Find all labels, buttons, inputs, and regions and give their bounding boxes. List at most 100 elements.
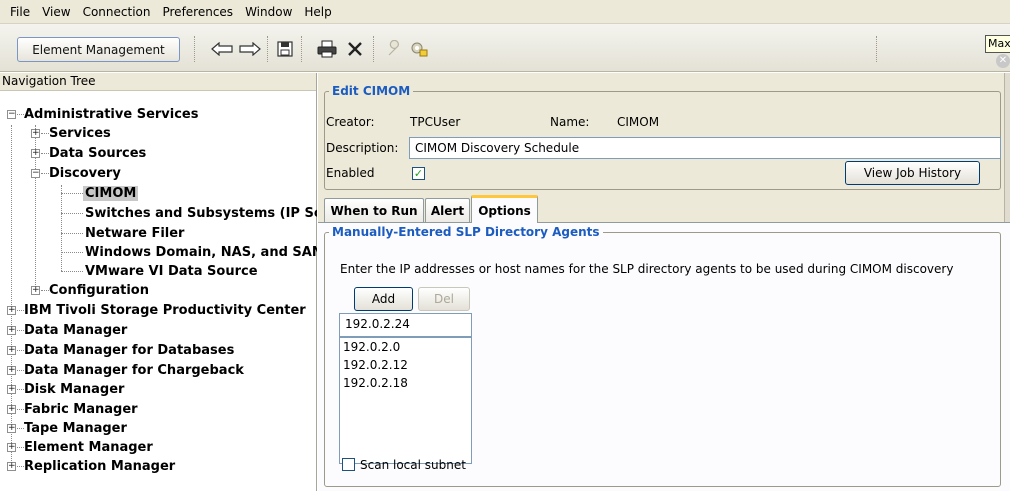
menu-preferences[interactable]: Preferences (158, 5, 241, 19)
navigation-tree-title: Navigation Tree (0, 73, 316, 91)
tree-node-vmware-vi[interactable]: VMware VI Data Source (85, 262, 258, 281)
add-button[interactable]: Add (354, 287, 413, 311)
tab-options[interactable]: Options (471, 195, 538, 223)
collapse-icon[interactable]: − (31, 169, 40, 178)
slp-agents-legend: Manually-Entered SLP Directory Agents (329, 225, 603, 239)
menu-bar: File View Connection Preferences Window … (0, 0, 1010, 24)
scan-subnet-checkbox[interactable] (342, 458, 355, 471)
expand-icon[interactable]: + (7, 462, 16, 471)
tree-guide-line (61, 233, 83, 234)
menu-window[interactable]: Window (241, 5, 300, 19)
description-field[interactable]: CIMOM Discovery Schedule (409, 137, 1001, 159)
expand-icon[interactable]: + (7, 306, 16, 315)
tree-guide-line (17, 466, 24, 467)
agent-input[interactable]: 192.0.2.24 (339, 313, 472, 337)
expand-icon[interactable]: + (31, 286, 40, 295)
expand-icon[interactable]: + (7, 405, 16, 414)
tree-guide-line (17, 447, 24, 448)
tree-node-services[interactable]: Services (49, 124, 111, 143)
expand-icon[interactable]: + (7, 366, 16, 375)
tree-node-disk-manager[interactable]: Disk Manager (24, 380, 124, 399)
tree-guide-line (17, 114, 24, 115)
menu-file[interactable]: File (6, 5, 38, 19)
tree-guide-line (41, 173, 49, 174)
edit-cimom-legend: Edit CIMOM (329, 84, 414, 98)
toolbar: Element Management (0, 24, 1010, 72)
tree-guide-line (17, 350, 24, 351)
menu-help[interactable]: Help (300, 5, 339, 19)
tree-node-netware-filer[interactable]: Netware Filer (85, 224, 184, 243)
expand-icon[interactable]: + (7, 385, 16, 394)
toolbar-separator (194, 36, 196, 62)
tree-node-data-manager-databases[interactable]: Data Manager for Databases (24, 341, 234, 360)
wrench-icon[interactable] (383, 37, 407, 61)
agent-list[interactable]: 192.0.2.0 192.0.2.12 192.0.2.18 (339, 337, 472, 464)
scan-subnet-label: Scan local subnet (360, 458, 466, 472)
tree-node-configuration[interactable]: Configuration (49, 281, 149, 300)
tree-guide-line (61, 252, 83, 253)
tree-node-tape-manager[interactable]: Tape Manager (24, 419, 127, 438)
collapse-icon[interactable]: − (7, 110, 16, 119)
maximize-tooltip: Max (985, 35, 1010, 53)
enabled-label: Enabled (326, 166, 375, 180)
tree-guide-line (17, 330, 24, 331)
element-management-button[interactable]: Element Management (17, 37, 180, 62)
enabled-checkbox[interactable]: ✓ (412, 167, 425, 180)
tab-when-to-run[interactable]: When to Run (324, 198, 424, 222)
name-label: Name: (550, 115, 590, 129)
slp-instructions: Enter the IP addresses or host names for… (340, 262, 954, 276)
tree-node-ibm-tivoli[interactable]: IBM Tivoli Storage Productivity Center (24, 301, 306, 320)
toolbar-separator (876, 36, 878, 62)
tree-node-replication-manager[interactable]: Replication Manager (24, 457, 175, 476)
tree-guide-line (61, 185, 62, 271)
close-circle-icon[interactable]: ✕ (996, 54, 1010, 68)
tree-guide-line (17, 428, 24, 429)
name-value: CIMOM (617, 115, 660, 129)
toolbar-separator (373, 36, 375, 62)
tree-guide-line (11, 125, 12, 471)
tree-node-data-manager-chargeback[interactable]: Data Manager for Chargeback (24, 361, 244, 380)
description-label: Description: (326, 141, 399, 155)
tree-guide-line (41, 133, 49, 134)
tree-guide-line (41, 290, 49, 291)
tree-node-element-manager[interactable]: Element Manager (24, 438, 153, 457)
tree-guide-line (17, 370, 24, 371)
tree-node-data-manager[interactable]: Data Manager (24, 321, 127, 340)
expand-icon[interactable]: + (7, 443, 16, 452)
tree-node-windows-domain[interactable]: Windows Domain, NAS, and SAN F (85, 243, 317, 262)
tree-guide-line (17, 389, 24, 390)
tree-guide-line (61, 193, 83, 194)
delete-x-icon[interactable] (343, 37, 367, 61)
tree-node-fabric-manager[interactable]: Fabric Manager (24, 400, 138, 419)
list-item[interactable]: 192.0.2.18 (340, 374, 471, 392)
print-icon[interactable] (315, 37, 339, 61)
settings-gear-icon[interactable] (407, 37, 431, 61)
tree-guide-line (41, 153, 49, 154)
tree-node-administrative-services[interactable]: Administrative Services (24, 105, 198, 124)
list-item[interactable]: 192.0.2.12 (340, 356, 471, 374)
expand-icon[interactable]: + (31, 149, 40, 158)
tree-guide-line (17, 310, 24, 311)
list-item[interactable]: 192.0.2.0 (340, 338, 471, 356)
tab-alert[interactable]: Alert (425, 198, 470, 222)
tree-node-cimom[interactable]: CIMOM (83, 184, 139, 203)
creator-value: TPCUser (410, 115, 461, 129)
menu-connection[interactable]: Connection (79, 5, 159, 19)
tree-guide-line (61, 213, 83, 214)
expand-icon[interactable]: + (31, 129, 40, 138)
tree-node-data-sources[interactable]: Data Sources (49, 144, 146, 163)
toolbar-separator (267, 36, 269, 62)
expand-icon[interactable]: + (7, 346, 16, 355)
expand-icon[interactable]: + (7, 326, 16, 335)
expand-icon[interactable]: + (7, 424, 16, 433)
del-button[interactable]: Del (418, 287, 470, 311)
menu-view[interactable]: View (38, 5, 78, 19)
tree-guide-line (61, 271, 83, 272)
view-job-history-button[interactable]: View Job History (845, 161, 980, 185)
tree-node-discovery[interactable]: Discovery (49, 164, 121, 183)
selected-node-label: CIMOM (83, 186, 139, 201)
back-arrow-icon[interactable] (210, 37, 234, 61)
save-disk-icon[interactable] (273, 37, 297, 61)
forward-arrow-icon[interactable] (238, 37, 262, 61)
tree-node-switches-subsystems[interactable]: Switches and Subsystems (IP Sca (85, 204, 317, 223)
